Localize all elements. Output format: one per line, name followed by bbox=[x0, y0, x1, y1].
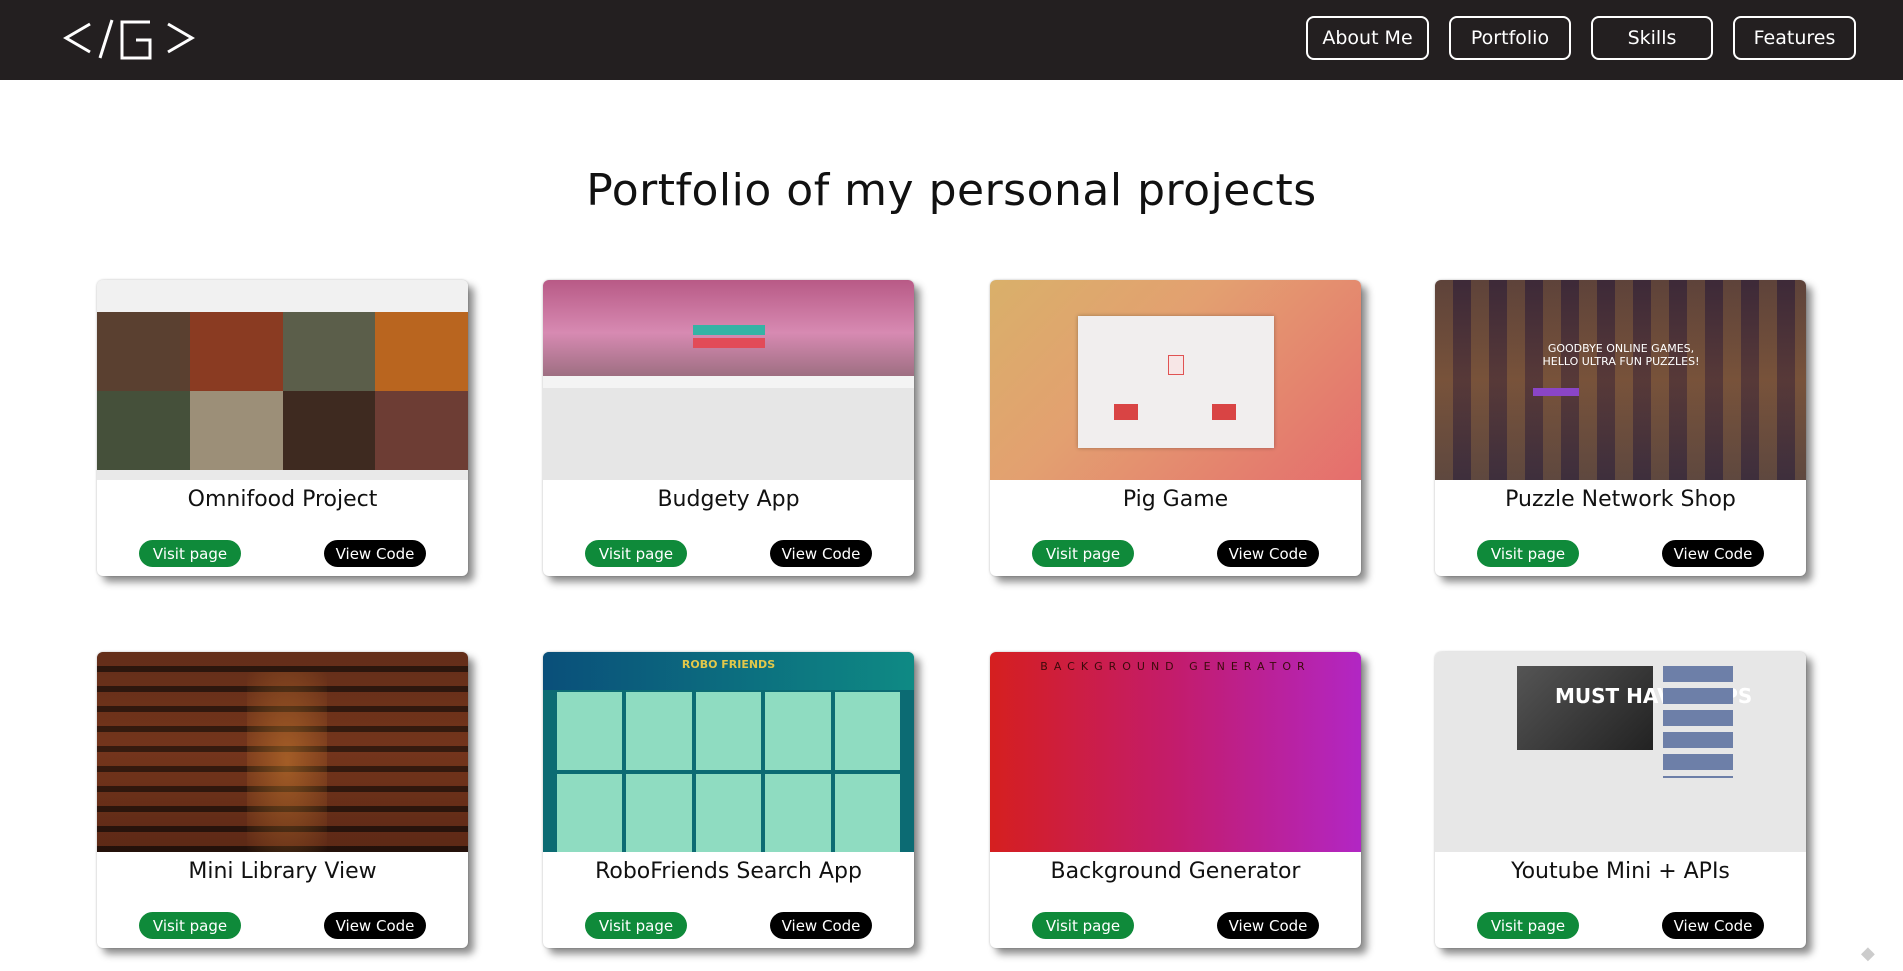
project-thumbnail[interactable] bbox=[97, 652, 468, 852]
view-code-button[interactable]: View Code bbox=[770, 540, 872, 567]
project-title: Youtube Mini + APIs bbox=[1511, 859, 1730, 884]
project-thumbnail[interactable]: ROBO FRIENDS bbox=[543, 652, 914, 852]
project-title: Puzzle Network Shop bbox=[1505, 487, 1736, 512]
project-card-mini-library: Mini Library View Visit page View Code bbox=[97, 652, 468, 948]
project-thumbnail[interactable]: BACKGROUND GENERATOR bbox=[990, 652, 1361, 852]
view-code-button[interactable]: View Code bbox=[324, 912, 426, 939]
project-title: Omnifood Project bbox=[187, 487, 378, 512]
project-thumbnail[interactable]: GOODBYE ONLINE GAMES, HELLO ULTRA FUN PU… bbox=[1435, 280, 1806, 480]
project-thumbnail[interactable] bbox=[543, 280, 914, 480]
view-code-button[interactable]: View Code bbox=[1662, 912, 1764, 939]
thumbnail-header: ROBO FRIENDS bbox=[681, 658, 776, 671]
view-code-button[interactable]: View Code bbox=[1662, 540, 1764, 567]
visit-page-button[interactable]: Visit page bbox=[139, 540, 241, 567]
thumbnail-headline: GOODBYE ONLINE GAMES, HELLO ULTRA FUN PU… bbox=[1542, 342, 1700, 368]
nav-skills-button[interactable]: Skills bbox=[1591, 16, 1713, 60]
thumbnail-header: BACKGROUND GENERATOR bbox=[1040, 660, 1311, 673]
project-title: Budgety App bbox=[657, 487, 800, 512]
project-title: Pig Game bbox=[1122, 487, 1229, 512]
project-thumbnail[interactable]: MUST HAVE APPS bbox=[1435, 652, 1806, 852]
project-thumbnail[interactable] bbox=[97, 280, 468, 480]
project-card-robofriends: ROBO FRIENDS RoboFriends Search App Visi… bbox=[543, 652, 914, 948]
visit-page-button[interactable]: Visit page bbox=[139, 912, 241, 939]
view-code-button[interactable]: View Code bbox=[1217, 540, 1319, 567]
project-card-pig-game: Pig Game Visit page View Code bbox=[990, 280, 1361, 576]
visit-page-button[interactable]: Visit page bbox=[585, 912, 687, 939]
corner-icon[interactable]: ◆ bbox=[1861, 943, 1887, 964]
view-code-button[interactable]: View Code bbox=[770, 912, 872, 939]
visit-page-button[interactable]: Visit page bbox=[1477, 540, 1579, 567]
nav-portfolio-button[interactable]: Portfolio bbox=[1449, 16, 1571, 60]
project-title: Background Generator bbox=[1050, 859, 1301, 884]
navbar: About Me Portfolio Skills Features bbox=[0, 0, 1903, 80]
project-card-omnifood: Omnifood Project Visit page View Code bbox=[97, 280, 468, 576]
view-code-button[interactable]: View Code bbox=[324, 540, 426, 567]
project-thumbnail[interactable] bbox=[990, 280, 1361, 480]
project-title: RoboFriends Search App bbox=[595, 859, 862, 884]
visit-page-button[interactable]: Visit page bbox=[585, 540, 687, 567]
visit-page-button[interactable]: Visit page bbox=[1477, 912, 1579, 939]
visit-page-button[interactable]: Visit page bbox=[1032, 912, 1134, 939]
project-card-background-generator: BACKGROUND GENERATOR Background Generato… bbox=[990, 652, 1361, 948]
nav-about-me-button[interactable]: About Me bbox=[1306, 16, 1429, 60]
project-card-puzzle-shop: GOODBYE ONLINE GAMES, HELLO ULTRA FUN PU… bbox=[1435, 280, 1806, 576]
page-title: Portfolio of my personal projects bbox=[586, 165, 1317, 216]
view-code-button[interactable]: View Code bbox=[1217, 912, 1319, 939]
project-card-budgety: Budgety App Visit page View Code bbox=[543, 280, 914, 576]
nav-features-button[interactable]: Features bbox=[1733, 16, 1856, 60]
project-title: Mini Library View bbox=[188, 859, 377, 884]
logo-icon[interactable] bbox=[60, 8, 200, 68]
nav-links: About Me Portfolio Skills Features bbox=[1306, 16, 1856, 60]
visit-page-button[interactable]: Visit page bbox=[1032, 540, 1134, 567]
project-card-youtube-mini: MUST HAVE APPS Youtube Mini + APIs Visit… bbox=[1435, 652, 1806, 948]
